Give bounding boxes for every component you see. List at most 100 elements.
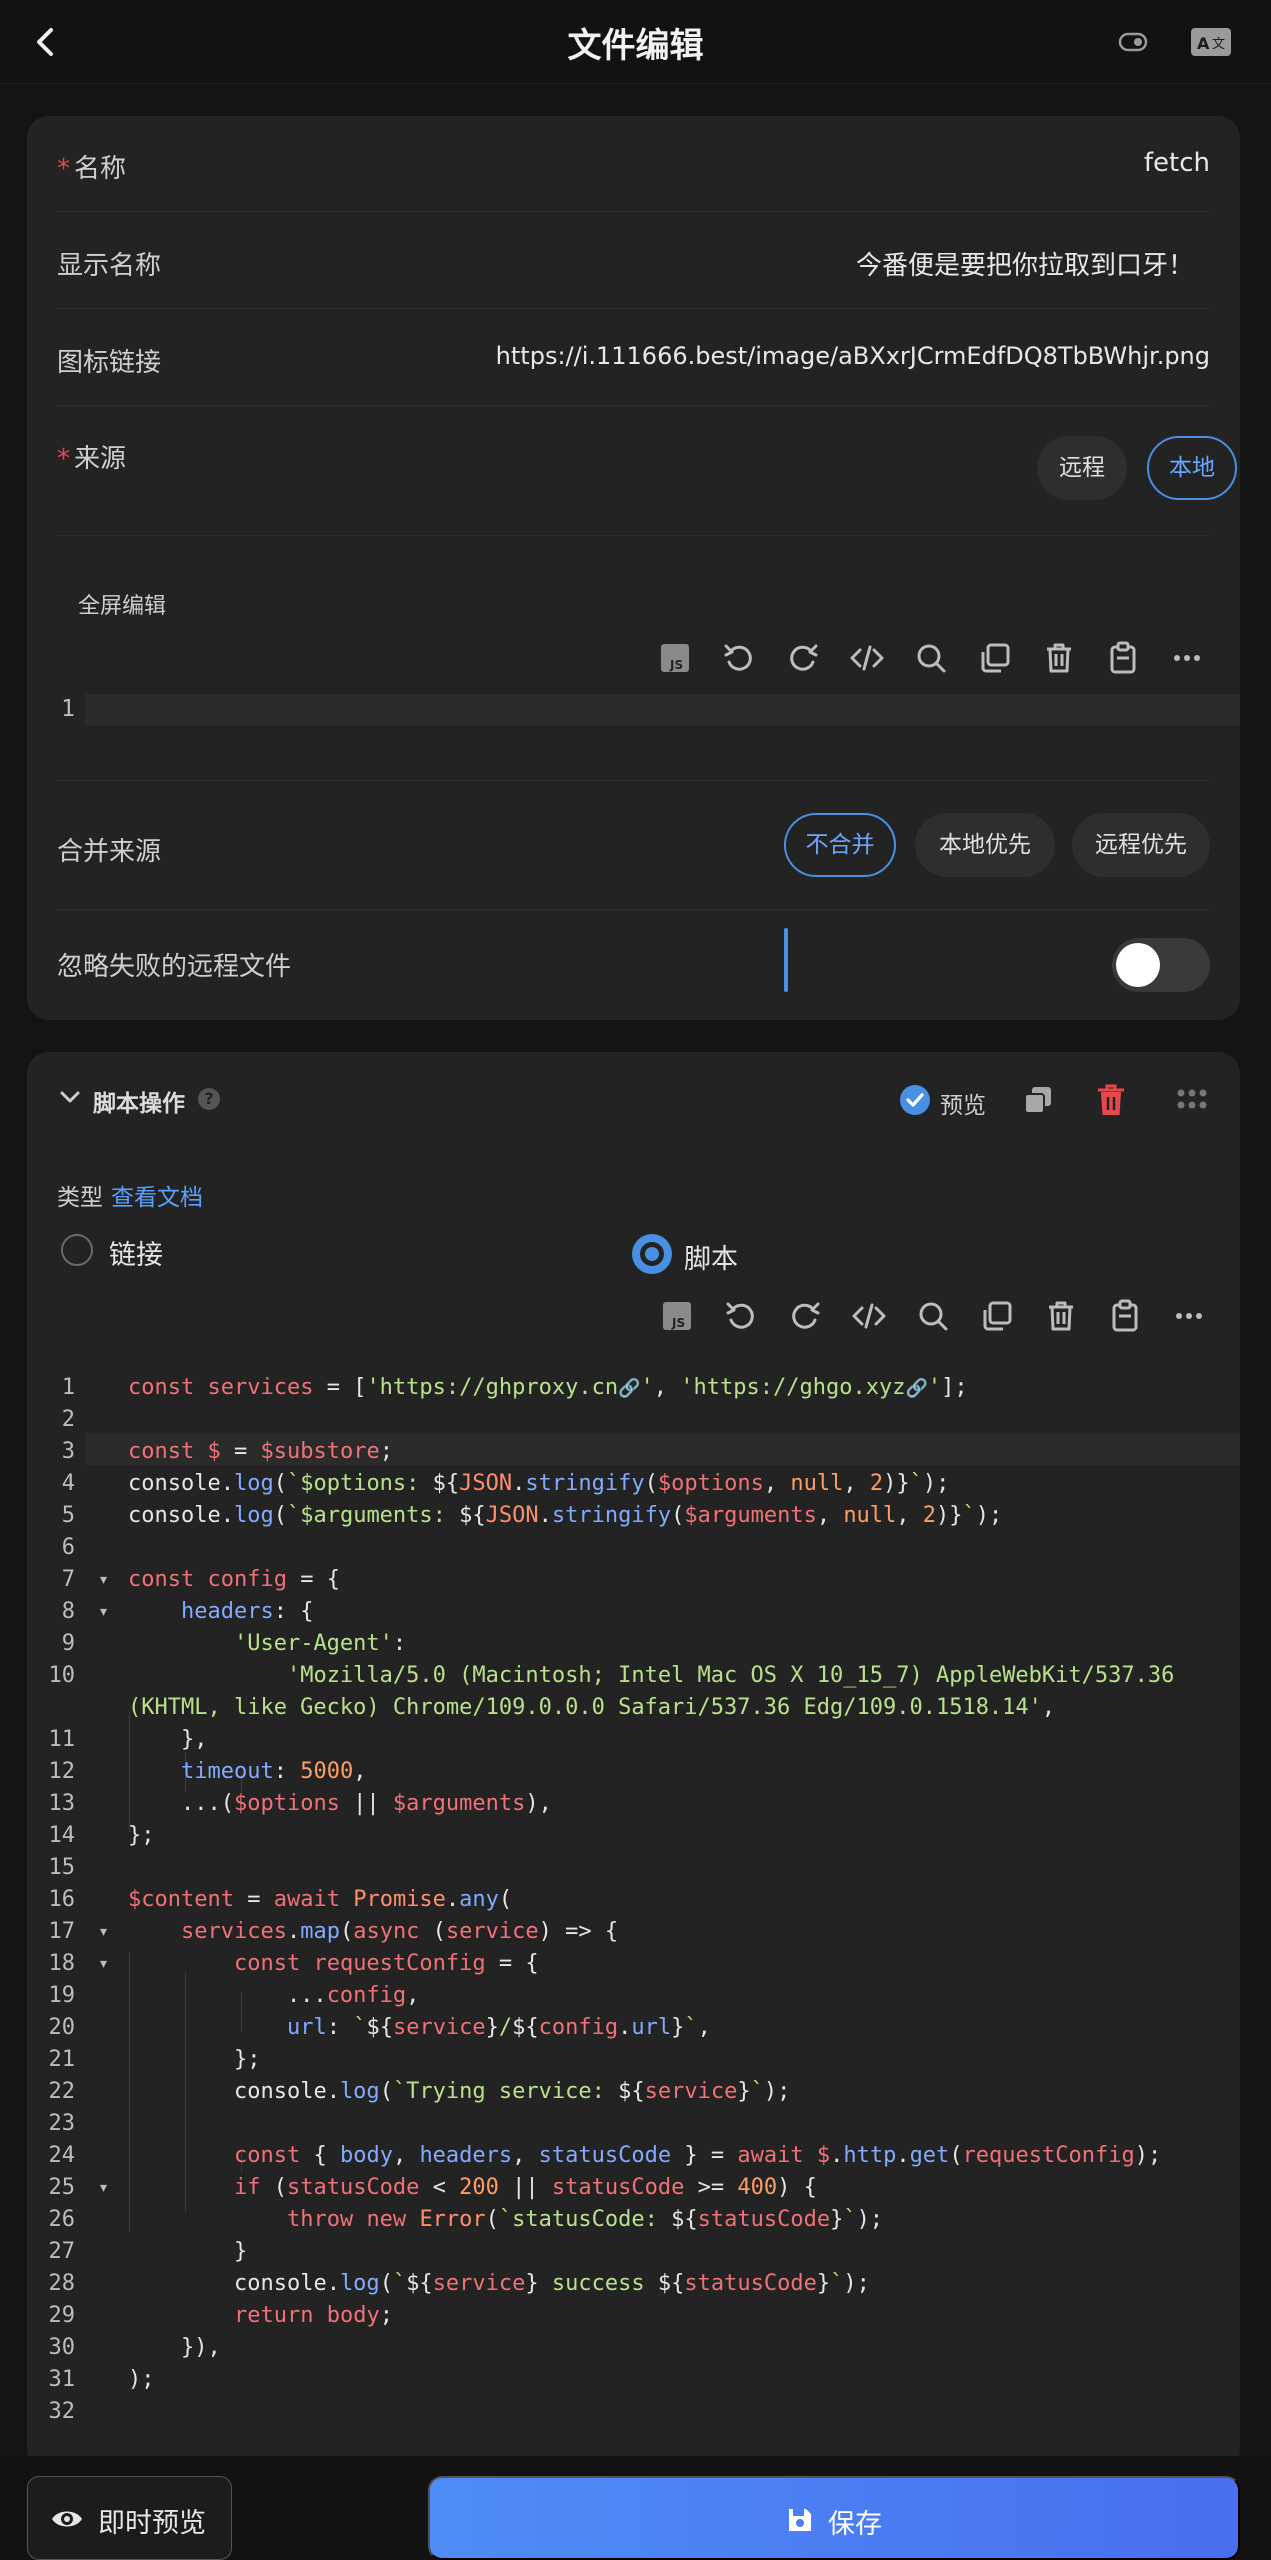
line-number: 7 bbox=[61, 1567, 75, 1592]
name-input[interactable]: fetch bbox=[1144, 148, 1210, 178]
line-number: 22 bbox=[48, 2079, 76, 2104]
undo-icon[interactable] bbox=[723, 1298, 759, 1334]
code-line: } bbox=[128, 2239, 248, 2264]
svg-text:JS: JS bbox=[669, 658, 683, 672]
redo-icon[interactable] bbox=[785, 640, 821, 676]
line-number: 29 bbox=[48, 2303, 76, 2328]
line-number: 28 bbox=[48, 2271, 76, 2296]
icon-link-input[interactable]: https://i.111666.best/image/aBXxrJCrmEdf… bbox=[496, 342, 1210, 370]
script-code-editor[interactable]: 1 const services = ['https://ghproxy.cn🔗'… bbox=[27, 1362, 1240, 2472]
svg-text:文: 文 bbox=[1212, 37, 1225, 52]
js-icon[interactable]: JS bbox=[659, 1298, 695, 1334]
code-format-icon[interactable] bbox=[849, 640, 885, 676]
radio-link-label[interactable]: 链接 bbox=[109, 1233, 163, 1272]
search-icon[interactable] bbox=[913, 640, 949, 676]
more-icon[interactable] bbox=[1169, 640, 1205, 676]
code-line: url: `${service}/${config.url}`, bbox=[286, 2015, 711, 2040]
code-line: console.log(`$arguments: ${JSON.stringif… bbox=[128, 1503, 1003, 1528]
ignore-failed-label: 忽略失败的远程文件 bbox=[57, 952, 292, 982]
radio-link[interactable] bbox=[61, 1234, 93, 1266]
radio-script[interactable] bbox=[632, 1234, 672, 1274]
fold-toggle-icon[interactable]: ▾ bbox=[100, 2172, 107, 2204]
source-remote-chip[interactable]: 远程 bbox=[1037, 436, 1127, 500]
code-line: services.map(async (service) => { bbox=[180, 1919, 619, 1944]
fold-toggle-icon[interactable]: ▾ bbox=[100, 1948, 107, 1980]
undo-icon[interactable] bbox=[721, 640, 757, 676]
code-line: timeout: 5000, bbox=[180, 1759, 367, 1784]
line-number: 20 bbox=[48, 2015, 76, 2040]
fold-toggle-icon[interactable]: ▾ bbox=[100, 1596, 107, 1628]
help-icon[interactable]: ? bbox=[198, 1088, 220, 1110]
merge-remote-first-chip[interactable]: 远程优先 bbox=[1072, 813, 1210, 877]
code-line: $content = await Promise.any( bbox=[128, 1887, 513, 1912]
file-settings-card: * 名称 fetch 显示名称 今番便是要把你拉取到口牙！ 图标链接 https:… bbox=[27, 116, 1240, 1020]
line-number: 6 bbox=[61, 1535, 75, 1560]
js-icon[interactable]: JS bbox=[657, 640, 693, 676]
bottom-action-bar: 即时预览 保存 bbox=[0, 2456, 1271, 2560]
display-name-row: 显示名称 今番便是要把你拉取到口牙！ bbox=[57, 212, 1210, 309]
copy-icon[interactable] bbox=[979, 1298, 1015, 1334]
line-number: 11 bbox=[48, 1727, 76, 1752]
radio-script-label[interactable]: 脚本 bbox=[684, 1237, 738, 1276]
source-label: 来源 bbox=[74, 444, 127, 474]
line-number: 5 bbox=[61, 1503, 75, 1528]
check-circle-icon[interactable] bbox=[899, 1084, 931, 1116]
preview-label[interactable]: 预览 bbox=[940, 1086, 986, 1120]
eye-icon bbox=[52, 2511, 82, 2527]
display-name-input[interactable]: 今番便是要把你拉取到口牙！ bbox=[856, 245, 1194, 282]
redo-icon[interactable] bbox=[787, 1298, 823, 1334]
merge-local-first-chip[interactable]: 本地优先 bbox=[915, 813, 1055, 877]
search-icon[interactable] bbox=[915, 1298, 951, 1334]
code-line: const $ = $substore; bbox=[128, 1439, 393, 1464]
merge-none-chip[interactable]: 不合并 bbox=[784, 813, 896, 877]
line-number: 18 bbox=[48, 1951, 76, 1976]
type-label: 类型 bbox=[57, 1185, 103, 1211]
fold-toggle-icon[interactable]: ▾ bbox=[100, 1564, 107, 1596]
code-line: }; bbox=[128, 1823, 155, 1848]
line-number: 31 bbox=[48, 2367, 76, 2392]
line-number: 9 bbox=[61, 1631, 75, 1656]
svg-text:JS: JS bbox=[671, 1316, 685, 1330]
line-number: 16 bbox=[48, 1887, 76, 1912]
line-number: 10 bbox=[48, 1663, 76, 1688]
line-number: 12 bbox=[48, 1759, 76, 1784]
line-number: 25 bbox=[48, 2175, 76, 2200]
line-number: 14 bbox=[48, 1823, 76, 1848]
code-line: 'User-Agent': bbox=[233, 1631, 407, 1656]
line-number: 19 bbox=[48, 1983, 76, 2008]
code-format-icon[interactable] bbox=[851, 1298, 887, 1334]
save-button[interactable]: 保存 bbox=[428, 2476, 1240, 2560]
code-line: return body; bbox=[233, 2303, 393, 2328]
more-icon[interactable] bbox=[1171, 1298, 1207, 1334]
toggle-icon[interactable] bbox=[1118, 30, 1148, 54]
app-header: 文件编辑 A文 bbox=[0, 0, 1271, 84]
delete-icon[interactable] bbox=[1041, 640, 1077, 676]
translate-icon[interactable]: A文 bbox=[1190, 26, 1232, 58]
code-line: 'Mozilla/5.0 (Macintosh; Intel Mac OS X … bbox=[286, 1663, 1175, 1688]
code-line: ...($options || $arguments), bbox=[128, 1791, 552, 1816]
trash-icon[interactable] bbox=[1095, 1083, 1127, 1117]
code-line: throw new Error(`statusCode: ${statusCod… bbox=[286, 2207, 884, 2232]
name-label: 名称 bbox=[74, 154, 127, 184]
line-number: 2 bbox=[61, 1407, 75, 1432]
ignore-failed-switch[interactable] bbox=[1112, 938, 1210, 992]
copy-icon[interactable] bbox=[977, 640, 1013, 676]
code-editor-active-line[interactable] bbox=[85, 694, 1240, 726]
duplicate-icon[interactable] bbox=[1022, 1084, 1054, 1116]
code-line: }), bbox=[128, 2335, 221, 2360]
fold-toggle-icon[interactable]: ▾ bbox=[100, 1916, 107, 1948]
chevron-down-icon[interactable] bbox=[57, 1084, 83, 1110]
fullscreen-edit-label[interactable]: 全屏编辑 bbox=[78, 588, 166, 620]
line-number: 3 bbox=[61, 1439, 75, 1464]
svg-text:A: A bbox=[1197, 34, 1210, 53]
delete-icon[interactable] bbox=[1043, 1298, 1079, 1334]
line-number: 26 bbox=[48, 2207, 76, 2232]
paste-icon[interactable] bbox=[1105, 640, 1141, 676]
view-docs-link[interactable]: 查看文档 bbox=[111, 1178, 203, 1212]
source-local-chip[interactable]: 本地 bbox=[1147, 436, 1237, 500]
drag-handle-icon[interactable] bbox=[1176, 1087, 1208, 1111]
required-mark: * bbox=[57, 154, 70, 184]
live-preview-button[interactable]: 即时预览 bbox=[27, 2476, 232, 2560]
line-number: 4 bbox=[61, 1471, 75, 1496]
paste-icon[interactable] bbox=[1107, 1298, 1143, 1334]
